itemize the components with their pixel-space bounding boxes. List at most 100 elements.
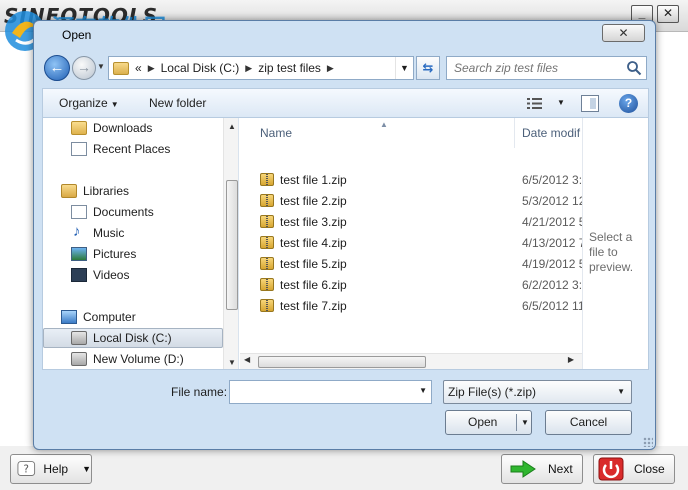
forward-arrow-icon: → bbox=[77, 59, 91, 75]
file-row[interactable]: test file 7.zip 6/5/2012 11 bbox=[260, 295, 582, 316]
view-list-icon[interactable] bbox=[527, 97, 543, 110]
nav-item-recent-places[interactable]: Recent Places bbox=[71, 139, 170, 159]
breadcrumb-separator-icon[interactable]: ▶ bbox=[245, 63, 252, 74]
file-name: test file 3.zip bbox=[280, 214, 347, 229]
organize-button[interactable]: Organize ▼ bbox=[59, 96, 119, 110]
address-dropdown-icon[interactable]: ▼ bbox=[395, 57, 413, 79]
nav-scrollbar[interactable]: ▲ ▼ bbox=[223, 118, 238, 369]
command-toolbar: Organize ▼ New folder ▼ ? bbox=[42, 88, 649, 118]
cancel-button[interactable]: Cancel bbox=[545, 410, 632, 435]
nav-item-music[interactable]: Music bbox=[71, 223, 124, 243]
search-box[interactable] bbox=[446, 56, 647, 80]
nav-item-new-volume[interactable]: New Volume (D:) bbox=[71, 349, 184, 369]
help-label: Help bbox=[43, 462, 69, 476]
file-row[interactable]: test file 5.zip 4/19/2012 5 bbox=[260, 253, 582, 274]
file-row[interactable]: test file 2.zip 5/3/2012 12 bbox=[260, 190, 582, 211]
file-name-field[interactable]: ▼ bbox=[229, 380, 432, 404]
file-type-select[interactable]: Zip File(s) (*.zip) ▼ bbox=[443, 380, 632, 404]
resize-grip[interactable] bbox=[643, 437, 653, 447]
forward-button[interactable]: → bbox=[72, 56, 96, 80]
zip-file-icon bbox=[260, 173, 274, 186]
nav-item-local-disk[interactable]: Local Disk (C:) bbox=[43, 328, 223, 348]
documents-icon bbox=[71, 205, 87, 219]
file-date: 4/21/2012 5 bbox=[522, 214, 582, 229]
drive-icon bbox=[71, 352, 87, 366]
column-header-date[interactable]: Date modif bbox=[516, 118, 582, 148]
address-bar[interactable]: « ▶ Local Disk (C:) ▶ zip test files ▶ ▼ bbox=[108, 56, 414, 80]
nav-scroll-thumb[interactable] bbox=[226, 180, 238, 310]
scroll-left-icon[interactable]: ◀ bbox=[244, 355, 250, 364]
nav-item-libraries[interactable]: Libraries bbox=[61, 181, 129, 201]
scroll-up-icon[interactable]: ▲ bbox=[224, 122, 238, 131]
outer-close-button[interactable]: ✕ bbox=[657, 5, 679, 23]
search-icon[interactable] bbox=[626, 60, 642, 76]
svg-text:?: ? bbox=[24, 465, 29, 476]
refresh-icon: ⇆ bbox=[422, 60, 434, 75]
scroll-down-icon[interactable]: ▼ bbox=[224, 358, 238, 367]
pictures-icon bbox=[71, 247, 87, 261]
file-row[interactable]: test file 4.zip 4/13/2012 7 bbox=[260, 232, 582, 253]
file-scroll-thumb[interactable] bbox=[258, 356, 426, 368]
view-dropdown-icon[interactable]: ▼ bbox=[557, 98, 565, 107]
nav-item-label: New Volume (D:) bbox=[93, 352, 184, 366]
file-row[interactable]: test file 6.zip 6/2/2012 3: bbox=[260, 274, 582, 295]
next-arrow-icon bbox=[510, 460, 536, 478]
breadcrumb-separator-icon[interactable]: ▶ bbox=[148, 63, 155, 74]
nav-item-pictures[interactable]: Pictures bbox=[71, 244, 136, 264]
nav-item-label: Pictures bbox=[93, 247, 137, 261]
file-name-input[interactable] bbox=[230, 381, 410, 403]
close-button[interactable]: Close bbox=[593, 454, 675, 484]
dialog-close-button[interactable]: ✕ bbox=[602, 24, 645, 42]
nav-item-label: Videos bbox=[93, 268, 130, 282]
downloads-folder-icon bbox=[71, 121, 87, 135]
question-icon[interactable]: ? bbox=[619, 94, 638, 113]
nav-item-label: Libraries bbox=[83, 184, 130, 198]
nav-item-downloads[interactable]: Downloads bbox=[71, 118, 152, 138]
file-date: 6/5/2012 3: bbox=[522, 172, 582, 187]
breadcrumb-zip-test-files[interactable]: zip test files bbox=[258, 61, 321, 75]
nav-item-videos[interactable]: Videos bbox=[71, 265, 129, 285]
file-list-scrollbar[interactable]: ◀ ▶ bbox=[240, 353, 582, 369]
file-name-dropdown-icon[interactable]: ▼ bbox=[419, 386, 427, 395]
file-name: test file 5.zip bbox=[280, 256, 347, 271]
preview-pane: Select a file to preview. bbox=[582, 118, 650, 369]
organize-label: Organize bbox=[59, 96, 108, 110]
breadcrumb-local-disk[interactable]: Local Disk (C:) bbox=[161, 61, 240, 75]
next-button[interactable]: Next bbox=[501, 454, 583, 484]
nav-item-label: Recent Places bbox=[93, 142, 171, 156]
file-date: 4/19/2012 5 bbox=[522, 256, 582, 271]
file-type-value: Zip File(s) (*.zip) bbox=[448, 385, 537, 399]
nav-item-label: Documents bbox=[93, 205, 154, 219]
videos-icon bbox=[71, 268, 87, 282]
zip-file-icon bbox=[260, 299, 274, 312]
help-button[interactable]: ? Help ▼ bbox=[10, 454, 92, 484]
nav-item-computer[interactable]: Computer bbox=[61, 307, 136, 327]
help-dropdown-icon: ▼ bbox=[82, 464, 91, 474]
scroll-right-icon[interactable]: ▶ bbox=[568, 355, 574, 364]
breadcrumb-overflow[interactable]: « bbox=[135, 61, 142, 75]
search-input[interactable] bbox=[447, 57, 617, 79]
folder-icon bbox=[113, 61, 129, 75]
close-label: Close bbox=[634, 462, 665, 476]
file-row[interactable]: test file 3.zip 4/21/2012 5 bbox=[260, 211, 582, 232]
history-dropdown-icon[interactable]: ▼ bbox=[97, 62, 105, 71]
open-button[interactable]: Open ▼ bbox=[445, 410, 532, 435]
zip-file-icon bbox=[260, 236, 274, 249]
file-type-dropdown-icon: ▼ bbox=[617, 387, 625, 396]
new-folder-button[interactable]: New folder bbox=[149, 96, 206, 110]
file-row[interactable]: test file 1.zip 6/5/2012 3: bbox=[260, 169, 582, 190]
breadcrumb-separator-icon[interactable]: ▶ bbox=[327, 63, 334, 74]
nav-item-documents[interactable]: Documents bbox=[71, 202, 154, 222]
preview-pane-toggle[interactable] bbox=[581, 95, 599, 112]
navigation-pane: Downloads Recent Places Libraries Docume… bbox=[43, 118, 239, 369]
open-options-dropdown-icon[interactable]: ▼ bbox=[521, 411, 529, 434]
browser-content: Downloads Recent Places Libraries Docume… bbox=[42, 118, 649, 370]
file-name: test file 1.zip bbox=[280, 172, 347, 187]
refresh-button[interactable]: ⇆ bbox=[416, 56, 440, 80]
preview-message: Select a file to preview. bbox=[589, 230, 634, 274]
column-header-name[interactable]: Name bbox=[260, 118, 515, 148]
file-date: 4/13/2012 7 bbox=[522, 235, 582, 250]
back-button[interactable]: ← bbox=[44, 55, 70, 81]
chevron-down-icon: ▼ bbox=[110, 100, 119, 109]
file-date: 5/3/2012 12 bbox=[522, 193, 582, 208]
